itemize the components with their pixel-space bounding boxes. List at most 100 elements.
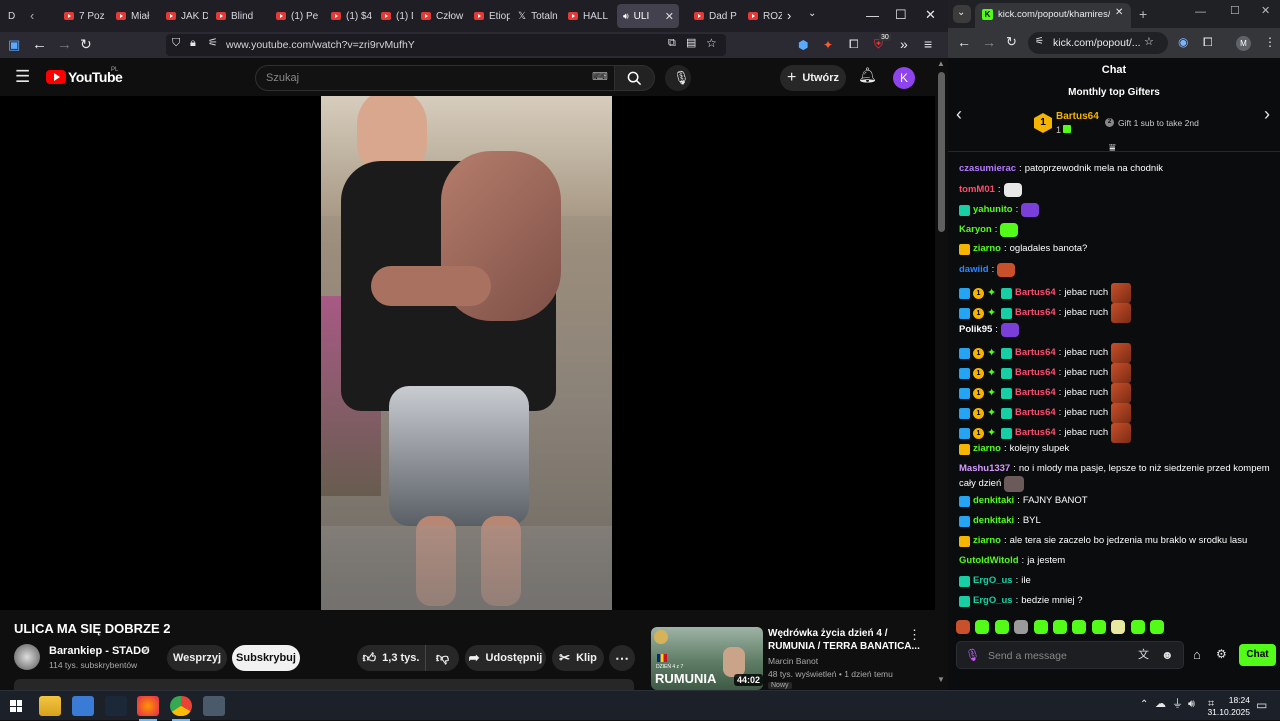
chat-username[interactable]: dawiid — [959, 264, 989, 276]
maximize-icon[interactable]: ☐ — [895, 8, 907, 21]
quick-emote-icon[interactable] — [1053, 620, 1067, 634]
chat-username[interactable]: denkitaki — [973, 495, 1014, 507]
share-button[interactable]: ➦ Udostępnij — [465, 645, 546, 671]
voice-search-button[interactable]: 🎙︎ — [665, 65, 691, 91]
chrome-reload-icon[interactable]: ↻ — [1006, 35, 1017, 48]
permissions-icon[interactable]: ⚟ — [208, 38, 218, 49]
scroll-up-icon[interactable]: ▲ — [937, 60, 945, 68]
notifications-bell-icon[interactable]: 🔔︎ — [858, 68, 877, 83]
settings-gear-icon[interactable]: ⚙ — [1216, 648, 1227, 660]
chat-username[interactable]: ziarno — [973, 443, 1001, 455]
browser-tab[interactable]: 🔊︎ ULI ✕ — [617, 4, 679, 28]
clip-button[interactable]: ✂ Klip — [552, 645, 604, 671]
chat-username[interactable]: denkitaki — [973, 515, 1014, 527]
guide-menu-icon[interactable]: ☰ — [15, 68, 30, 85]
browser-tab[interactable]: HALL — [562, 4, 614, 28]
quick-emote-icon[interactable] — [1150, 620, 1164, 634]
create-button[interactable]: + Utwórz — [780, 65, 846, 91]
chat-username[interactable]: Polik95 — [959, 324, 992, 336]
chrome-close-icon[interactable]: ✕ — [1261, 6, 1270, 17]
quick-emote-icon[interactable] — [1111, 620, 1126, 634]
top-gifter-name[interactable]: Bartus64 — [1056, 111, 1099, 122]
related-title-line1[interactable]: Wędrówka życia dzień 4 / — [768, 628, 887, 639]
chrome-bookmark-icon[interactable]: ☆ — [1144, 37, 1154, 48]
browser-tab[interactable]: Etiop — [468, 4, 510, 28]
browser-tab[interactable]: (1) Pe — [270, 4, 322, 28]
video-player[interactable] — [0, 96, 935, 610]
chat-username[interactable]: Bartus64 — [1015, 347, 1056, 359]
related-title-line2[interactable]: RUMUNIA / TERRA BANATICA... — [768, 641, 920, 652]
scroll-thumb[interactable] — [938, 72, 945, 232]
channel-name[interactable]: Barankiep - STADO — [49, 645, 150, 657]
hamburger-menu-icon[interactable]: ≡ — [924, 37, 932, 51]
like-button[interactable]: 👍︎ 1,3 tys. — [357, 645, 425, 671]
youtube-logo-icon[interactable] — [46, 70, 66, 84]
channel-avatar[interactable] — [14, 644, 40, 670]
lock-icon[interactable]: 🔒︎ — [190, 38, 196, 49]
browser-tab[interactable]: Miał — [110, 4, 158, 28]
tabs-scroll-right-icon[interactable]: › — [787, 9, 791, 22]
search-button[interactable] — [615, 65, 655, 91]
sidebar-toggle-icon[interactable]: ▣ — [8, 38, 20, 51]
description-box[interactable] — [14, 679, 634, 690]
browser-tab[interactable]: D — [2, 4, 42, 28]
tab-kick[interactable]: K kick.com/popout/khamires/cha ✕ — [975, 3, 1131, 28]
browser-tab[interactable]: Dad P — [688, 4, 740, 28]
chrome-profile-avatar[interactable]: M — [1236, 36, 1251, 51]
calculator-icon[interactable] — [203, 696, 225, 716]
quick-emote-icon[interactable] — [1072, 620, 1087, 634]
forward-icon[interactable]: → — [57, 37, 72, 52]
chat-username[interactable]: Bartus64 — [1015, 427, 1056, 439]
overflow-menu-icon[interactable]: » — [900, 37, 908, 51]
emoji-icon[interactable]: ☻ — [1161, 649, 1174, 661]
start-button[interactable] — [10, 700, 22, 712]
chat-username[interactable]: czasumierac — [959, 163, 1016, 175]
reader-view-icon[interactable]: ▤ — [686, 38, 696, 49]
minimize-icon[interactable]: — — [866, 9, 879, 22]
pip-icon[interactable]: ⧉ — [668, 38, 676, 49]
quick-emote-icon[interactable] — [994, 620, 1009, 634]
chat-input[interactable]: 🎙︎ Send a message 文 ☻ — [956, 641, 1184, 669]
chat-username[interactable]: Karyon — [959, 224, 992, 236]
search-input[interactable]: Szukaj ⌨ — [255, 65, 615, 91]
browser-tab[interactable]: JAK D — [160, 4, 208, 28]
quick-emote-icon[interactable] — [1130, 620, 1145, 634]
chat-username[interactable]: Bartus64 — [1015, 307, 1056, 319]
more-actions-button[interactable]: ⋯ — [609, 645, 635, 671]
volume-icon[interactable]: 🔊︎ — [1188, 699, 1195, 710]
scroll-down-icon[interactable]: ▼ — [937, 676, 945, 684]
site-settings-icon[interactable]: ⚟ — [1035, 37, 1044, 47]
quick-emote-icon[interactable] — [1014, 620, 1029, 634]
chrome-menu-icon[interactable]: ⋮ — [1264, 36, 1276, 48]
onedrive-icon[interactable]: ☁ — [1155, 699, 1166, 710]
browser-tab[interactable]: Człow — [415, 4, 465, 28]
chrome-forward-icon[interactable]: → — [982, 35, 996, 49]
chat-username[interactable]: yahunito — [973, 204, 1013, 216]
pc-icon[interactable] — [72, 696, 94, 716]
chrome-back-icon[interactable]: ← — [957, 35, 971, 49]
keyboard-icon[interactable]: ⌨ — [592, 72, 608, 83]
clock-time[interactable]: 18:24 — [1206, 695, 1250, 705]
browser-tab[interactable]: 𝕏 Totaln — [512, 4, 560, 28]
chrome-extensions-icon[interactable]: ⧠ — [1203, 36, 1213, 48]
bookmark-star-icon[interactable]: ☆ — [706, 37, 717, 49]
support-button[interactable]: Wesprzyj — [167, 645, 227, 671]
quick-emote-icon[interactable] — [1033, 620, 1048, 634]
related-more-icon[interactable]: ⋮ — [908, 628, 921, 641]
gifters-next-icon[interactable]: › — [1264, 105, 1270, 123]
firefox-icon[interactable] — [137, 696, 159, 716]
tab-close-icon[interactable]: ✕ — [1115, 8, 1123, 18]
chat-username[interactable]: Bartus64 — [1015, 367, 1056, 379]
chat-username[interactable]: ziarno — [973, 535, 1001, 547]
related-video-thumbnail[interactable]: DZIEŃ 4 z 7 RUMUNIA 44:02 — [651, 627, 763, 690]
back-icon[interactable]: ← — [32, 37, 47, 52]
browser-tab[interactable]: (1) Dl — [375, 4, 413, 28]
gifters-prev-icon[interactable]: ‹ — [956, 105, 962, 123]
chat-username[interactable]: ErgO_us — [973, 595, 1013, 607]
translate-icon[interactable]: 文 — [1138, 650, 1149, 661]
chat-username[interactable]: GutoldWitold — [959, 555, 1019, 567]
browser-tab[interactable]: (1) $4 — [325, 4, 373, 28]
chat-username[interactable]: tomM01 — [959, 184, 995, 196]
shield-icon[interactable]: ⛉ — [172, 38, 180, 49]
chrome-extension-icon[interactable]: ◉ — [1178, 36, 1188, 48]
